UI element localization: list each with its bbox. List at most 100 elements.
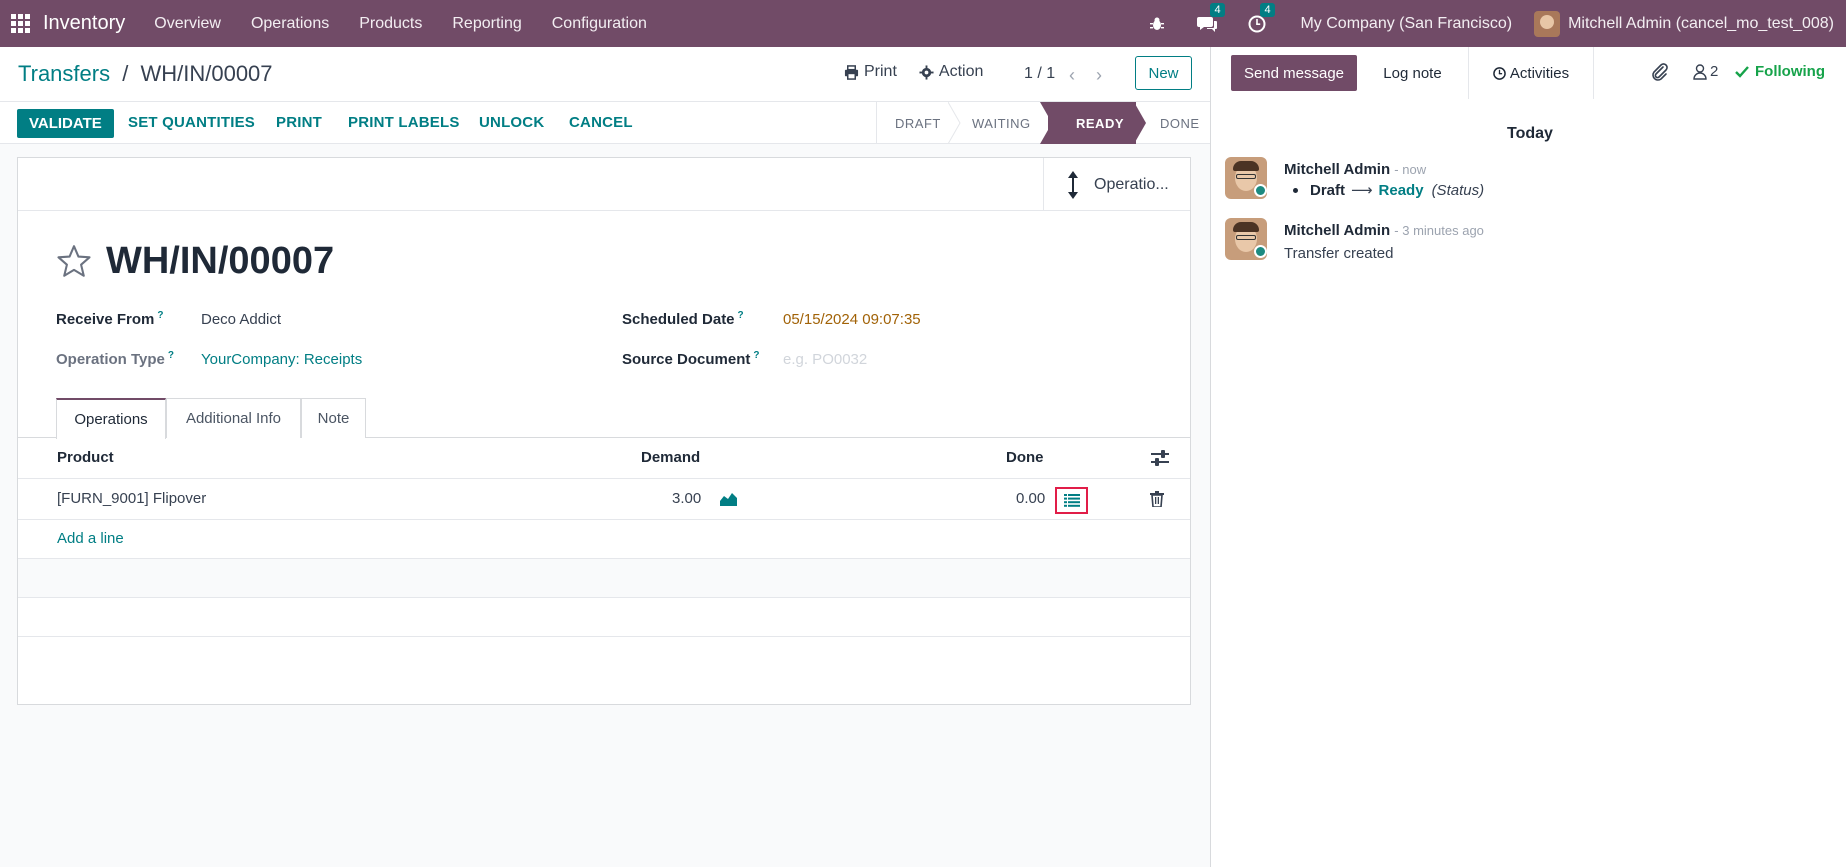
- list-icon: [1063, 494, 1080, 507]
- messages-icon[interactable]: 4: [1196, 2, 1225, 35]
- breadcrumb: Transfers / WH/IN/00007: [18, 61, 273, 87]
- activities-badge: 4: [1260, 2, 1275, 17]
- add-line-link[interactable]: Add a line: [57, 530, 124, 547]
- record-title: WH/IN/00007: [106, 240, 335, 282]
- gear-icon: [919, 64, 934, 80]
- breadcrumb-separator: /: [122, 61, 129, 86]
- tracking-field-name: (Status): [1431, 181, 1485, 199]
- add-line-row: Add a line: [18, 520, 1190, 559]
- source-document-input[interactable]: e.g. PO0032: [783, 351, 867, 368]
- arrow-right-icon: ⟶: [1351, 182, 1373, 199]
- breadcrumb-current: WH/IN/00007: [140, 61, 273, 86]
- following-label: Following: [1755, 63, 1825, 80]
- clock-icon: [1493, 66, 1506, 80]
- send-message-button[interactable]: Send message: [1231, 55, 1357, 91]
- menu-products[interactable]: Products: [359, 15, 422, 33]
- menu-overview[interactable]: Overview: [154, 15, 221, 33]
- validate-button[interactable]: VALIDATE: [17, 109, 114, 138]
- debug-bug-icon[interactable]: [1146, 13, 1168, 35]
- activities-button[interactable]: Activities: [1469, 47, 1594, 99]
- menu-configuration[interactable]: Configuration: [552, 15, 647, 33]
- forecast-chart-icon[interactable]: [720, 492, 737, 506]
- user-icon: [1693, 63, 1707, 80]
- new-button[interactable]: New: [1135, 56, 1192, 90]
- user-name: Mitchell Admin (cancel_mo_test_008): [1568, 14, 1834, 32]
- scheduled-date-value[interactable]: 05/15/2024 09:07:35: [783, 311, 921, 328]
- favorite-star-icon[interactable]: [56, 244, 92, 278]
- message-author[interactable]: Mitchell Admin - now: [1284, 161, 1426, 178]
- vertical-arrows-icon: [1068, 170, 1078, 199]
- user-menu[interactable]: Mitchell Admin (cancel_mo_test_008): [1534, 10, 1834, 37]
- company-switcher[interactable]: My Company (San Francisco): [1300, 15, 1512, 33]
- app-name[interactable]: Inventory: [43, 12, 125, 35]
- paperclip-icon[interactable]: [1651, 63, 1669, 81]
- receive-from-value[interactable]: Deco Addict: [201, 311, 281, 328]
- receive-from-label: Receive From?: [56, 310, 164, 328]
- action-button[interactable]: Action: [919, 63, 983, 81]
- help-tooltip-icon[interactable]: ?: [738, 310, 744, 321]
- print-button[interactable]: Print: [844, 63, 897, 81]
- followers-count: 2: [1710, 63, 1719, 80]
- following-button[interactable]: Following: [1735, 63, 1825, 80]
- message-body: Transfer created: [1284, 245, 1394, 262]
- line-demand[interactable]: 3.00: [672, 490, 701, 507]
- control-panel: Transfers / WH/IN/00007 Print Action 1 /…: [0, 47, 1210, 102]
- stage-ready[interactable]: READY: [1048, 102, 1136, 144]
- menu-reporting[interactable]: Reporting: [452, 15, 521, 33]
- tab-operations[interactable]: Operations: [56, 398, 166, 439]
- operation-type-label: Operation Type?: [56, 350, 175, 368]
- column-demand[interactable]: Demand: [641, 449, 700, 466]
- message-time: - now: [1394, 162, 1427, 177]
- line-done[interactable]: 0.00: [1016, 490, 1045, 507]
- empty-row: [18, 598, 1190, 637]
- activities-label: Activities: [1509, 64, 1570, 82]
- column-product[interactable]: Product: [57, 449, 114, 466]
- stage-chevron-active-left: [1040, 102, 1054, 144]
- button-box: Operatio...: [18, 158, 1190, 211]
- app-switcher-icon[interactable]: [11, 13, 31, 34]
- tracking-old-value: Draft: [1310, 181, 1346, 199]
- tracking-value: Draft ⟶ Ready (Status): [1293, 181, 1484, 199]
- print-label: Print: [864, 63, 897, 80]
- check-icon: [1735, 65, 1749, 78]
- table-header: Product Demand Done: [18, 438, 1190, 479]
- notebook-tabs: Operations Additional Info Note: [18, 398, 1190, 439]
- pager-next-icon[interactable]: ›: [1096, 65, 1102, 86]
- stage-waiting[interactable]: WAITING: [954, 102, 1048, 144]
- message-author[interactable]: Mitchell Admin - 3 minutes ago: [1284, 222, 1484, 239]
- operations-smart-button[interactable]: Operatio...: [1043, 158, 1190, 211]
- online-status-icon: [1254, 184, 1267, 197]
- chatter-panel: Send message Log note Activities 2 Follo…: [1210, 47, 1846, 867]
- set-quantities-button[interactable]: SET QUANTITIES: [128, 114, 255, 131]
- top-navbar: Inventory Overview Operations Products R…: [0, 0, 1846, 47]
- stage-draft[interactable]: DRAFT: [876, 102, 954, 144]
- pager-value[interactable]: 1 / 1: [1024, 65, 1055, 83]
- operation-type-value[interactable]: YourCompany: Receipts: [201, 351, 362, 368]
- column-done[interactable]: Done: [1006, 449, 1044, 466]
- tab-additional-info[interactable]: Additional Info: [166, 398, 301, 438]
- message-time: - 3 minutes ago: [1394, 223, 1484, 238]
- pager-prev-icon[interactable]: ‹: [1069, 65, 1075, 86]
- form-sheet: Operatio... WH/IN/00007 Receive From? De…: [17, 157, 1191, 705]
- unlock-button[interactable]: UNLOCK: [479, 114, 544, 131]
- breadcrumb-transfers[interactable]: Transfers: [18, 61, 110, 86]
- status-bar: VALIDATE SET QUANTITIES PRINT PRINT LABE…: [0, 102, 1210, 144]
- print-button-status[interactable]: PRINT: [276, 114, 322, 131]
- followers-button[interactable]: 2: [1693, 63, 1718, 80]
- help-tooltip-icon[interactable]: ?: [168, 350, 174, 361]
- tab-note[interactable]: Note: [301, 398, 366, 438]
- log-note-button[interactable]: Log note: [1357, 47, 1469, 99]
- trash-icon[interactable]: [1150, 491, 1164, 507]
- menu-operations[interactable]: Operations: [251, 15, 329, 33]
- cancel-button[interactable]: CANCEL: [569, 114, 633, 131]
- activities-clock-icon[interactable]: 4: [1246, 2, 1275, 35]
- print-labels-button[interactable]: PRINT LABELS: [348, 114, 460, 131]
- detailed-operations-button[interactable]: [1055, 487, 1088, 514]
- help-tooltip-icon[interactable]: ?: [157, 310, 163, 321]
- online-status-icon: [1254, 245, 1267, 258]
- action-label: Action: [938, 63, 984, 80]
- line-product[interactable]: [FURN_9001] Flipover: [57, 490, 206, 507]
- table-row[interactable]: [FURN_9001] Flipover 3.00 0.00: [18, 479, 1190, 520]
- optional-columns-icon[interactable]: [1151, 450, 1169, 466]
- help-tooltip-icon[interactable]: ?: [753, 350, 759, 361]
